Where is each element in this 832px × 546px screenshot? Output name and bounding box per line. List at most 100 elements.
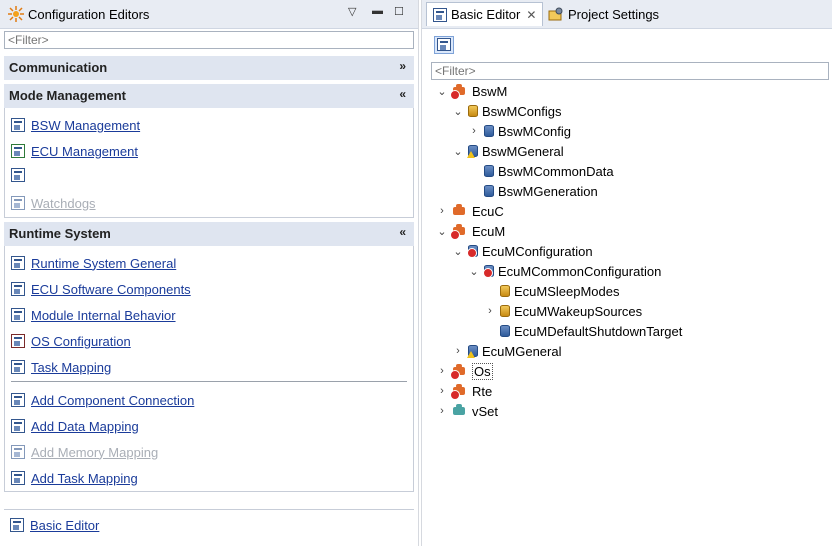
module-icon — [452, 204, 468, 218]
tree-label: Os — [472, 362, 493, 380]
link-add-task-mapping[interactable]: Add Task Mapping — [11, 469, 138, 487]
expand-twisty-icon[interactable]: ⌄ — [436, 85, 448, 98]
expand-chevron-icon[interactable]: » — [399, 59, 406, 73]
editor-filter-input[interactable] — [4, 31, 414, 49]
view-menu-icon[interactable]: ▽ — [348, 5, 356, 18]
tree-node-rte[interactable]: › Rte — [436, 382, 492, 400]
tree-node-ecumdefaultshutdowntarget[interactable]: EcuMDefaultShutdownTarget — [484, 322, 682, 340]
module-error-icon — [450, 384, 468, 400]
link-label[interactable]: Runtime System General — [31, 256, 176, 271]
container-folder-icon — [500, 305, 510, 317]
link-task-mapping[interactable]: Task Mapping — [11, 358, 111, 376]
container-error-icon — [483, 265, 494, 278]
link-label[interactable]: Basic Editor — [30, 518, 99, 533]
tree-node-ecumwakeupsources[interactable]: › EcuMWakeupSources — [484, 302, 642, 320]
link-label[interactable]: Module Internal Behavior — [31, 308, 176, 323]
tab-label: Basic Editor — [451, 7, 521, 22]
collapse-twisty-icon[interactable]: › — [484, 305, 496, 317]
link-unnamed[interactable] — [11, 166, 31, 184]
container-folder-icon — [468, 105, 478, 117]
tree-node-bswmgeneral[interactable]: ⌄ BswMGeneral — [452, 142, 564, 160]
tree-node-ecum[interactable]: ⌄ EcuM — [436, 222, 505, 240]
link-label[interactable]: ECU Management — [31, 144, 138, 159]
tab-basic-editor[interactable]: Basic Editor ✕ — [426, 2, 544, 26]
tree-node-bswmconfigs[interactable]: ⌄ BswMConfigs — [452, 102, 561, 120]
collapse-twisty-icon[interactable]: › — [436, 365, 448, 377]
tree-label: EcuMWakeupSources — [514, 303, 643, 319]
link-watchdogs[interactable]: Watchdogs — [11, 194, 96, 212]
tree-label: EcuMConfiguration — [482, 243, 593, 259]
tab-project-settings[interactable]: Project Settings — [542, 2, 665, 26]
basic-editor-icon — [10, 518, 24, 532]
tree-node-ecumsleepmodes[interactable]: EcuMSleepModes — [484, 282, 620, 300]
tree-label: BswM — [472, 83, 508, 99]
link-ecu-management[interactable]: ECU Management — [11, 142, 138, 160]
tree-label: BswMGeneral — [482, 143, 564, 159]
tree-node-bswmconfig[interactable]: › BswMConfig — [468, 122, 571, 140]
runtime-general-icon — [11, 256, 25, 270]
tree-label: BswMCommonData — [498, 163, 614, 179]
tree-node-bswmgeneration[interactable]: BswMGeneration — [468, 182, 598, 200]
maximize-icon[interactable]: ☐ — [394, 5, 404, 18]
link-add-memory-mapping[interactable]: Add Memory Mapping — [11, 443, 158, 461]
section-communication[interactable]: Communication » — [4, 56, 414, 80]
configuration-editors-tab[interactable]: Configuration Editors — [2, 2, 155, 26]
link-bsw-management[interactable]: BSW Management — [11, 116, 140, 134]
section-runtime-system[interactable]: Runtime System « — [4, 222, 414, 246]
link-os-configuration[interactable]: OS Configuration — [11, 332, 131, 350]
link-basic-editor[interactable]: Basic Editor — [10, 516, 99, 534]
close-icon[interactable]: ✕ — [526, 8, 536, 22]
collapse-twisty-icon[interactable]: › — [436, 405, 448, 417]
collapse-twisty-icon[interactable]: › — [436, 205, 448, 217]
collapse-twisty-icon[interactable]: › — [468, 125, 480, 137]
bsw-management-icon — [11, 118, 25, 132]
collapse-twisty-icon[interactable]: › — [436, 385, 448, 397]
tree-node-ecuc[interactable]: › EcuC — [436, 202, 504, 220]
configuration-tree: ⌄ BswM ⌄ BswMConfigs › BswMConfig ⌄ BswM… — [422, 82, 832, 546]
link-label[interactable]: Add Component Connection — [31, 393, 194, 408]
link-label[interactable]: OS Configuration — [31, 334, 131, 349]
container-icon — [484, 165, 494, 177]
container-warning-icon — [467, 145, 478, 158]
tree-node-bswm[interactable]: ⌄ BswM — [436, 82, 507, 100]
expand-twisty-icon[interactable]: ⌄ — [452, 145, 464, 158]
link-label[interactable]: Add Memory Mapping — [31, 445, 158, 460]
expand-twisty-icon[interactable]: ⌄ — [436, 225, 448, 238]
tree-node-os[interactable]: › Os — [436, 362, 493, 380]
internal-behavior-icon — [11, 308, 25, 322]
link-ecu-software-components[interactable]: ECU Software Components — [11, 280, 191, 298]
section-mode-management[interactable]: Mode Management « — [4, 84, 414, 108]
module-error-icon — [450, 84, 468, 100]
tab-label: Project Settings — [568, 6, 660, 22]
tree-node-bswmcommondata[interactable]: BswMCommonData — [468, 162, 614, 180]
link-label[interactable]: Watchdogs — [31, 196, 96, 211]
configuration-editors-view: Configuration Editors ▽ ▬ ☐ Communicatio… — [0, 0, 419, 546]
collapse-chevron-icon[interactable]: « — [399, 87, 406, 101]
link-label[interactable]: Task Mapping — [31, 360, 111, 375]
component-connection-icon — [11, 393, 25, 407]
link-runtime-system-general[interactable]: Runtime System General — [11, 254, 176, 272]
section-title: Communication — [9, 60, 108, 75]
tree-node-ecumcommonconfiguration[interactable]: ⌄ EcuMCommonConfiguration — [468, 262, 661, 280]
memory-mapping-icon — [11, 445, 25, 459]
collapse-chevron-icon[interactable]: « — [399, 225, 406, 239]
link-label[interactable]: Add Data Mapping — [31, 419, 139, 434]
link-label[interactable]: BSW Management — [31, 118, 140, 133]
link-add-component-connection[interactable]: Add Component Connection — [11, 391, 194, 409]
tree-filter-input[interactable] — [431, 62, 829, 80]
document-list-icon — [11, 168, 25, 182]
minimize-icon[interactable]: ▬ — [372, 5, 383, 17]
link-add-data-mapping[interactable]: Add Data Mapping — [11, 417, 139, 435]
toolbar-layout-button[interactable] — [434, 36, 454, 54]
expand-twisty-icon[interactable]: ⌄ — [468, 265, 480, 278]
module-error-icon — [450, 364, 468, 380]
expand-twisty-icon[interactable]: ⌄ — [452, 105, 464, 118]
tree-node-vset[interactable]: › vSet — [436, 402, 498, 420]
link-label[interactable]: ECU Software Components — [31, 282, 191, 297]
tree-node-ecumconfiguration[interactable]: ⌄ EcuMConfiguration — [452, 242, 593, 260]
tree-node-ecumgeneral[interactable]: › EcuMGeneral — [452, 342, 561, 360]
link-label[interactable]: Add Task Mapping — [31, 471, 138, 486]
expand-twisty-icon[interactable]: ⌄ — [452, 245, 464, 258]
collapse-twisty-icon[interactable]: › — [452, 345, 464, 357]
link-module-internal-behavior[interactable]: Module Internal Behavior — [11, 306, 176, 324]
